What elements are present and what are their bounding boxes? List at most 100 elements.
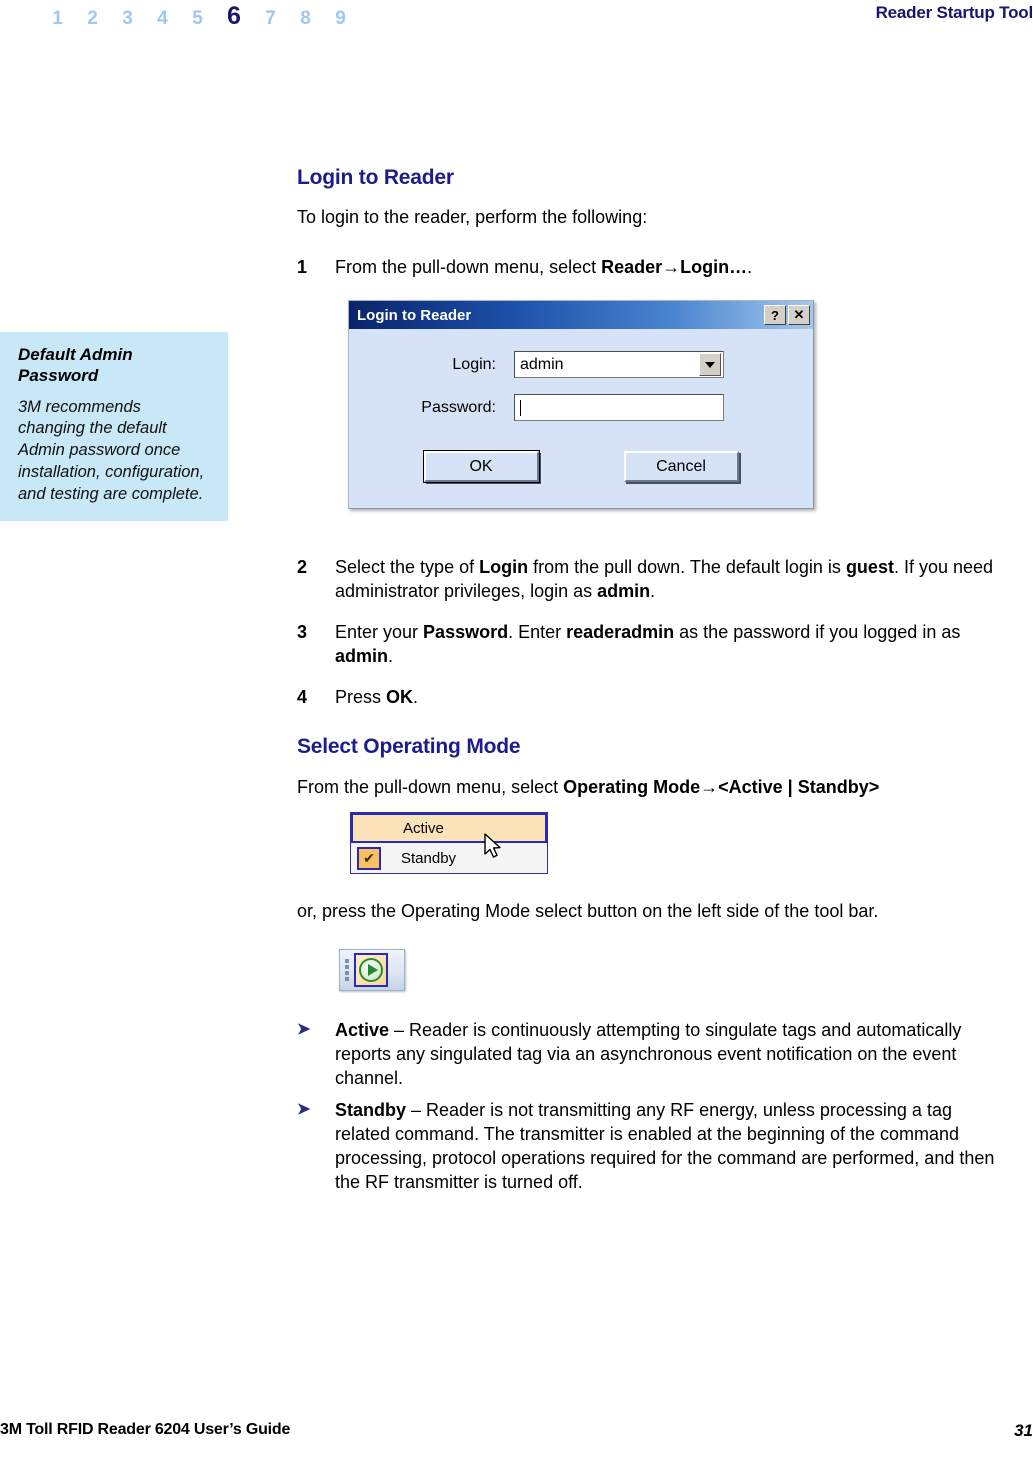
step-text-part: Select the type of — [335, 557, 480, 577]
step-item: 3 Enter your Password. Enter readeradmin… — [297, 620, 1003, 668]
step-text-part-bold: readeradmin — [566, 622, 675, 642]
bullet-dash: – — [406, 1100, 427, 1120]
bullet-dash: – — [389, 1020, 410, 1040]
login-combobox[interactable]: admin — [514, 351, 724, 378]
dialog-title-bar: Login to Reader ? ✕ — [349, 301, 813, 329]
bullet-text: Active – Reader is continuously attempti… — [335, 1018, 1003, 1090]
login-field-row: Login: admin — [369, 351, 793, 378]
ok-button[interactable]: OK — [422, 450, 540, 483]
list-item: ➤ Standby – Reader is not transmitting a… — [297, 1098, 1003, 1194]
chapter-number-nav: 1 2 3 4 5 6 7 8 9 — [40, 2, 358, 31]
heading-login-to-reader: Login to Reader — [297, 166, 454, 189]
login-to-reader-dialog: Login to Reader ? ✕ Login: admin Passwor… — [348, 300, 814, 509]
help-button[interactable]: ? — [764, 305, 786, 325]
operating-mode-intro-text: From the pull-down menu, select Operatin… — [297, 776, 1003, 800]
step-text-part: From the pull-down menu, select — [335, 257, 602, 277]
step-text-part-bold: OK — [386, 687, 414, 707]
menu-item-standby[interactable]: ✔ Standby — [351, 843, 547, 873]
step-item: 1 From the pull-down menu, select Reader… — [297, 255, 1003, 279]
chapter-number-3: 3 — [122, 8, 133, 29]
play-triangle-icon — [367, 964, 378, 976]
step-text: Enter your Password. Enter readeradmin a… — [335, 620, 1003, 668]
operating-mode-intro-part: From the pull-down menu, select — [297, 777, 564, 797]
dialog-button-row: OK Cancel — [369, 437, 793, 490]
password-label: Password: — [421, 398, 496, 416]
page-footer: 3M Toll RFID Reader 6204 User’s Guide 31 — [0, 1421, 1033, 1445]
step-text-part: . — [413, 687, 419, 707]
step-text-part: . — [747, 257, 753, 277]
step-number: 1 — [297, 257, 308, 277]
dialog-body: Login: admin Password: OK Cancel — [349, 329, 813, 508]
login-combobox-value: admin — [520, 355, 564, 373]
chapter-number-7: 7 — [265, 8, 276, 29]
login-label: Login: — [452, 355, 496, 373]
checkmark-icon: ✔ — [357, 846, 381, 870]
step-text-part-bold: Password — [423, 622, 509, 642]
step-text-part-bold: Login — [479, 557, 529, 577]
chapter-number-4: 4 — [157, 8, 168, 29]
sidebar-note-body: 3M recommends changing the default Admin… — [18, 397, 205, 503]
step-text-part: . — [388, 646, 394, 667]
step-number: 2 — [297, 557, 308, 577]
step-text-part: Enter your — [335, 622, 424, 642]
step-text: Press OK. — [335, 685, 1003, 709]
step-number: 3 — [297, 622, 308, 642]
menu-item-label: Standby — [401, 849, 457, 867]
operating-mode-toolbar-figure — [339, 949, 411, 995]
dialog-title: Login to Reader — [357, 306, 472, 324]
chevron-down-icon[interactable] — [699, 353, 721, 376]
arrow-bullet-icon: ➤ — [297, 1101, 311, 1118]
close-icon[interactable]: ✕ — [788, 305, 810, 325]
operating-mode-alt-instruction: or, press the Operating Mode select butt… — [297, 901, 879, 921]
bullet-term: Active — [335, 1020, 390, 1040]
cancel-button[interactable]: Cancel — [623, 451, 739, 482]
operating-mode-select-button[interactable] — [354, 953, 388, 987]
step-text-part-bold: Reader→Login… — [601, 257, 748, 277]
step-text: From the pull-down menu, select Reader→L… — [335, 255, 1003, 279]
page-header: 1 2 3 4 5 6 7 8 9 Reader Startup Tool — [0, 0, 1033, 40]
step-text-part: from the pull down. The default login is — [528, 557, 846, 577]
step-item: 2 Select the type of Login from the pull… — [297, 555, 1003, 603]
sidebar-note-box: Default Admin Password 3M recommends cha… — [0, 332, 228, 522]
step-text-part: as the password if you logged in as — [674, 622, 961, 642]
password-input[interactable] — [514, 394, 724, 421]
header-chapter-title: Reader Startup Tool — [875, 3, 1033, 22]
menu-item-label: Active — [403, 819, 444, 837]
bullet-text: Standby – Reader is not transmitting any… — [335, 1098, 1003, 1194]
step-text-part-bold: guest — [845, 557, 894, 577]
chapter-number-6-active: 6 — [227, 2, 241, 30]
step-text-part: . — [650, 581, 656, 602]
login-dialog-figure: Login to Reader ? ✕ Login: admin Passwor… — [348, 300, 814, 509]
login-intro-text: To login to the reader, perform the foll… — [297, 207, 648, 227]
operating-mode-intro-part-bold: Operating Mode→<Active | Standby> — [563, 777, 880, 797]
heading-select-operating-mode: Select Operating Mode — [297, 735, 521, 758]
list-item: ➤ Active – Reader is continuously attemp… — [297, 1018, 1003, 1090]
chapter-number-1: 1 — [52, 8, 63, 29]
sidebar-note-title: Default Admin Password — [18, 345, 133, 386]
bullet-description: Reader is continuously attempting to sin… — [335, 1020, 962, 1089]
chapter-number-5: 5 — [192, 8, 203, 29]
page-number: 31 — [1014, 1421, 1033, 1440]
play-circle-icon — [359, 958, 383, 982]
chapter-number-8: 8 — [300, 8, 311, 29]
tool-bar — [339, 949, 405, 991]
step-text-part: . Enter — [508, 622, 567, 642]
footer-guide-title: 3M Toll RFID Reader 6204 User’s Guide — [0, 1421, 291, 1438]
chapter-number-9: 9 — [335, 8, 346, 29]
step-number: 4 — [297, 687, 308, 707]
toolbar-grip-handle[interactable] — [343, 959, 351, 981]
operating-mode-menu-figure: Active ✔ Standby — [350, 812, 548, 874]
menu-item-active[interactable]: Active — [351, 813, 547, 843]
arrow-bullet-icon: ➤ — [297, 1021, 311, 1038]
text-caret — [520, 399, 521, 416]
password-field-row: Password: — [369, 394, 793, 421]
step-text-part: Press — [335, 687, 387, 707]
step-text-part-bold: admin — [597, 581, 651, 602]
operating-mode-context-menu: Active ✔ Standby — [350, 812, 548, 874]
bullet-term: Standby — [335, 1100, 407, 1120]
step-text-part-bold: admin — [335, 646, 389, 667]
step-text: Select the type of Login from the pull d… — [335, 555, 1003, 603]
chapter-number-2: 2 — [87, 8, 98, 29]
step-item: 4 Press OK. — [297, 685, 1003, 709]
menu-item-icon-cell: ✔ — [351, 846, 387, 870]
